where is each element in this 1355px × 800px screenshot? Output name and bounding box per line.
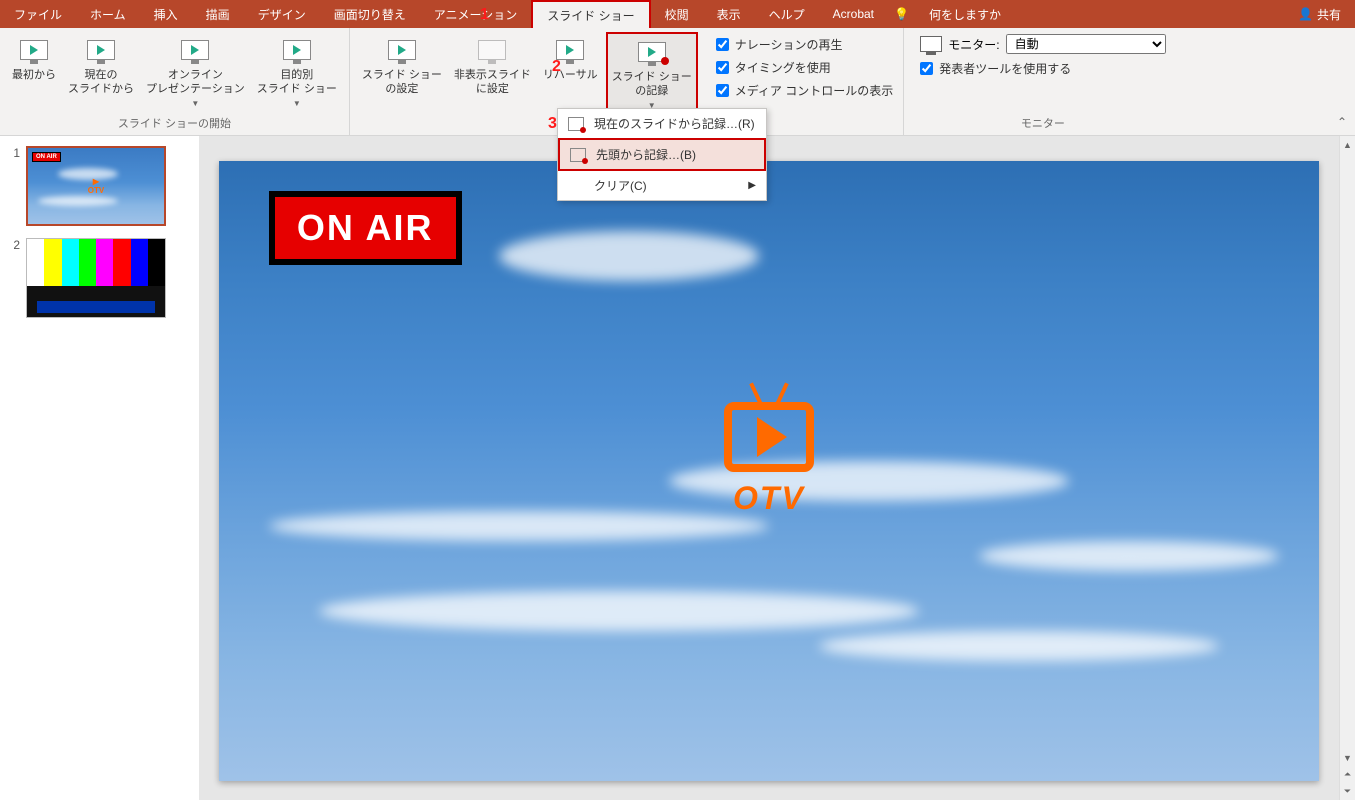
main-area: 1 ON AIR ▶OTV 2 <box>0 136 1355 800</box>
thumbnail-row-1[interactable]: 1 ON AIR ▶OTV <box>6 146 193 226</box>
monitor-label: モニター: <box>948 36 999 53</box>
tab-insert[interactable]: 挿入 <box>140 0 192 28</box>
record-beginning-label: 先頭から記録…(B) <box>596 146 696 163</box>
scroll-down-button[interactable]: ▼ <box>1340 749 1355 766</box>
lightbulb-icon: 💡 <box>894 7 909 21</box>
ribbon-group-start: 最初から 現在の スライドから オンライン プレゼンテーション ▼ 目的別 スラ… <box>0 28 350 135</box>
tab-file[interactable]: ファイル <box>0 0 76 28</box>
record-dropdown: 現在のスライドから記録…(R) 先頭から記録…(B) クリア(C) ▶ <box>557 108 767 201</box>
cloud-decoration <box>269 511 769 541</box>
from-beginning-button[interactable]: 最初から <box>8 32 60 111</box>
scroll-up-button[interactable]: ▲ <box>1340 136 1355 153</box>
record-from-current-item[interactable]: 現在のスライドから記録…(R) <box>558 109 766 138</box>
hide-label: 非表示スライド に設定 <box>454 68 531 97</box>
timings-checkbox[interactable]: タイミングを使用 <box>716 59 894 76</box>
timings-label: タイミングを使用 <box>735 59 831 76</box>
media-label: メディア コントロールの表示 <box>735 82 894 99</box>
tell-me-input[interactable]: 何をしますか <box>915 0 1015 28</box>
clear-item[interactable]: クリア(C) ▶ <box>558 171 766 200</box>
from-current-button[interactable]: 現在の スライドから <box>64 32 138 111</box>
record-current-label: 現在のスライドから記録…(R) <box>594 115 755 132</box>
group-start-label: スライド ショーの開始 <box>118 115 231 135</box>
setup-slideshow-button[interactable]: スライド ショー の設定 <box>358 32 446 115</box>
share-button[interactable]: 👤 共有 <box>1284 6 1355 23</box>
custom-slideshow-button[interactable]: 目的別 スライド ショー ▼ <box>253 32 341 111</box>
clear-label: クリア(C) <box>594 177 647 194</box>
chevron-down-icon: ▼ <box>293 99 301 109</box>
thumb-number: 1 <box>6 146 20 226</box>
vertical-scrollbar[interactable]: ▲ ▼ ⏶ ⏷ <box>1339 136 1355 800</box>
otv-text: OTV <box>724 480 814 517</box>
color-bars <box>27 239 165 286</box>
chevron-right-icon: ▶ <box>748 180 756 191</box>
thumbnail-pane[interactable]: 1 ON AIR ▶OTV 2 <box>0 136 199 800</box>
record-label: スライド ショー の記録 <box>612 70 692 99</box>
chevron-down-icon: ▼ <box>191 99 199 109</box>
tab-animations[interactable]: アニメーション <box>420 0 532 28</box>
otv-logo[interactable]: OTV <box>724 402 814 517</box>
slide-canvas[interactable]: ON AIR OTV <box>219 161 1319 781</box>
presenter-view-checkbox[interactable]: 発表者ツールを使用する <box>920 60 1165 77</box>
thumbnail-1[interactable]: ON AIR ▶OTV <box>26 146 166 226</box>
record-icon <box>568 117 584 131</box>
thumb-number: 2 <box>6 238 20 318</box>
tab-review[interactable]: 校閲 <box>651 0 703 28</box>
media-controls-checkbox[interactable]: メディア コントロールの表示 <box>716 82 894 99</box>
menubar: ファイル ホーム 挿入 描画 デザイン 画面切り替え アニメーション スライド … <box>0 0 1355 28</box>
record-icon <box>570 148 586 162</box>
cloud-decoration <box>979 541 1279 571</box>
editor-pane[interactable]: ON AIR OTV <box>199 136 1339 800</box>
tab-home[interactable]: ホーム <box>76 0 140 28</box>
rehearse-button[interactable]: リハーサル <box>539 32 602 115</box>
tab-help[interactable]: ヘルプ <box>755 0 819 28</box>
tab-slideshow[interactable]: スライド ショー <box>531 0 650 28</box>
tv-icon <box>724 402 814 472</box>
narration-checkbox[interactable]: ナレーションの再生 <box>716 36 894 53</box>
tab-design[interactable]: デザイン <box>244 0 320 28</box>
record-from-beginning-item[interactable]: 先頭から記録…(B) <box>558 138 766 171</box>
thumb-otv-logo: ▶OTV <box>88 177 104 195</box>
hide-slide-button[interactable]: 非表示スライド に設定 <box>450 32 535 115</box>
thumbnail-row-2[interactable]: 2 <box>6 238 193 318</box>
monitor-select[interactable]: 自動 <box>1006 34 1166 54</box>
cloud-decoration <box>819 631 1219 661</box>
cloud-decoration <box>319 591 919 631</box>
thumbnail-2[interactable] <box>26 238 166 318</box>
record-slideshow-button[interactable]: スライド ショー の記録 ▼ <box>606 32 698 115</box>
person-icon: 👤 <box>1298 7 1313 21</box>
onair-badge[interactable]: ON AIR <box>269 191 462 265</box>
share-label: 共有 <box>1317 6 1341 23</box>
thumb-lower <box>27 286 165 317</box>
monitor-icon <box>920 36 942 52</box>
prev-slide-button[interactable]: ⏶ <box>1340 766 1355 783</box>
tab-draw[interactable]: 描画 <box>192 0 244 28</box>
tab-transitions[interactable]: 画面切り替え <box>320 0 420 28</box>
annotation-1: 1 <box>480 6 489 24</box>
tab-view[interactable]: 表示 <box>703 0 755 28</box>
from-current-label: 現在の スライドから <box>68 68 134 97</box>
custom-label: 目的別 スライド ショー <box>257 68 337 97</box>
presenter-label: 発表者ツールを使用する <box>939 60 1071 77</box>
setup-label: スライド ショー の設定 <box>362 68 442 97</box>
cloud-decoration <box>499 231 759 281</box>
tab-acrobat[interactable]: Acrobat <box>819 0 888 28</box>
online-presentation-button[interactable]: オンライン プレゼンテーション ▼ <box>142 32 249 111</box>
from-beginning-label: 最初から <box>12 68 56 82</box>
thumb-onair-badge: ON AIR <box>32 152 61 162</box>
annotation-3: 3 <box>548 115 557 133</box>
group-monitor-label: モニター <box>910 115 1175 135</box>
next-slide-button[interactable]: ⏷ <box>1340 783 1355 800</box>
narration-label: ナレーションの再生 <box>735 36 843 53</box>
online-label: オンライン プレゼンテーション <box>146 68 245 97</box>
collapse-ribbon-button[interactable]: ⌃ <box>1337 115 1347 129</box>
annotation-2: 2 <box>552 58 561 76</box>
